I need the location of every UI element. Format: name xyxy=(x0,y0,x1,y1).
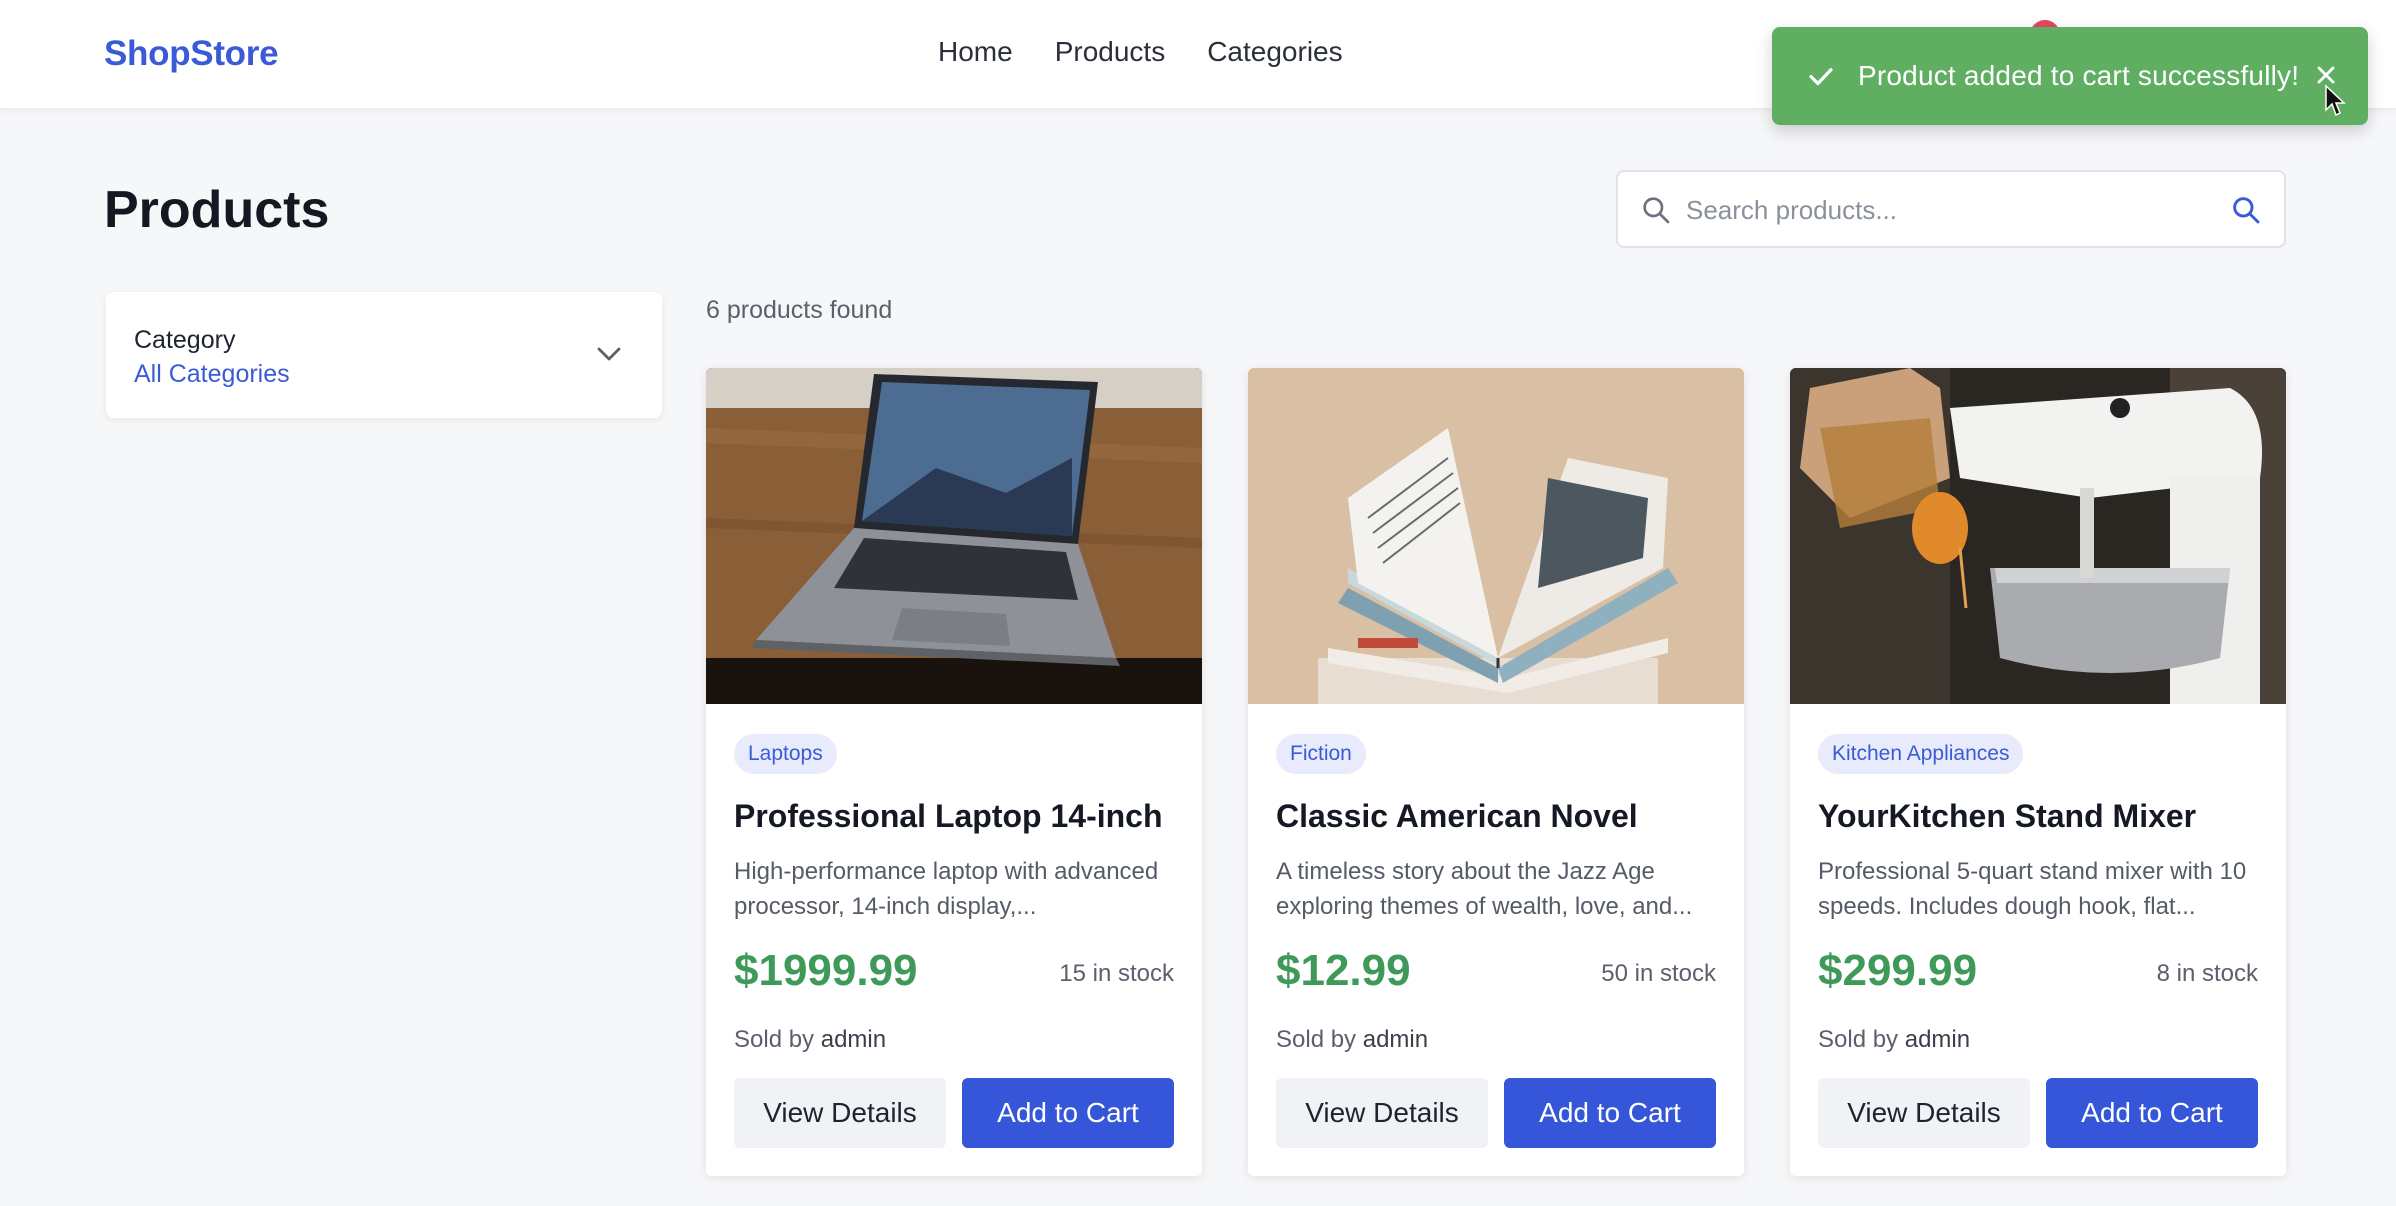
main-nav: Home Products Categories xyxy=(938,36,1343,68)
nav-categories-link[interactable]: Categories xyxy=(1207,36,1342,68)
seller-name: admin xyxy=(1904,1026,1971,1053)
stock-count: 15 in stock xyxy=(1059,960,1174,987)
toast-message: Product added to cart successfully! xyxy=(1858,60,2300,91)
mouse-cursor-icon xyxy=(2325,84,2346,117)
book-photo[interactable] xyxy=(1248,368,1744,704)
product-card: Laptops Professional Laptop 14-inch High… xyxy=(706,368,1202,1176)
nav-products-link[interactable]: Products xyxy=(1055,36,1166,68)
search-icon xyxy=(1643,197,1670,224)
stock-count: 50 in stock xyxy=(1601,960,1716,987)
chevron-down-icon xyxy=(597,347,621,361)
product-name[interactable]: Professional Laptop 14-inch xyxy=(734,798,1163,835)
success-toast: Product added to cart successfully! xyxy=(1772,27,2368,125)
seller-name: admin xyxy=(1362,1026,1429,1053)
search-submit-icon[interactable] xyxy=(2230,194,2262,226)
product-price: $299.99 xyxy=(1818,946,1978,995)
add-to-cart-button[interactable]: Add to Cart xyxy=(962,1078,1174,1148)
add-to-cart-button[interactable]: Add to Cart xyxy=(1504,1078,1716,1148)
view-details-button[interactable]: View Details xyxy=(734,1078,946,1148)
seller-info: Sold by admin xyxy=(1818,1026,1970,1054)
laptop-photo[interactable] xyxy=(706,368,1202,704)
stock-count: 8 in stock xyxy=(2156,960,2258,987)
product-price: $12.99 xyxy=(1276,946,1411,995)
filter-selected-value: All Categories xyxy=(134,360,290,388)
view-details-button[interactable]: View Details xyxy=(1818,1078,2030,1148)
sold-by-label: Sold by xyxy=(734,1026,815,1053)
search-box xyxy=(1616,170,2286,248)
check-icon xyxy=(1809,68,1833,86)
product-description: A timeless story about the Jazz Age expl… xyxy=(1276,858,1693,920)
seller-info: Sold by admin xyxy=(734,1026,886,1054)
category-badge: Fiction xyxy=(1276,734,1366,774)
product-name[interactable]: Classic American Novel xyxy=(1276,798,1638,835)
seller-name: admin xyxy=(820,1026,887,1053)
product-description: High-performance laptop with advanced pr… xyxy=(734,858,1159,920)
search-input[interactable] xyxy=(1686,186,2206,234)
category-badge: Kitchen Appliances xyxy=(1818,734,2024,774)
product-price: $1999.99 xyxy=(734,946,918,995)
logo[interactable]: ShopStore xyxy=(104,34,279,74)
mixer-photo[interactable] xyxy=(1790,368,2286,704)
filter-label: Category xyxy=(134,326,236,354)
nav-home-link[interactable]: Home xyxy=(938,36,1013,68)
product-card: Kitchen Appliances YourKitchen Stand Mix… xyxy=(1790,368,2286,1176)
product-card: Fiction Classic American Novel A timeles… xyxy=(1248,368,1744,1176)
page-title: Products xyxy=(104,181,330,239)
product-name[interactable]: YourKitchen Stand Mixer xyxy=(1818,798,2196,835)
seller-info: Sold by admin xyxy=(1276,1026,1428,1054)
product-description: Professional 5-quart stand mixer with 10… xyxy=(1818,858,2247,920)
add-to-cart-button[interactable]: Add to Cart xyxy=(2046,1078,2258,1148)
view-details-button[interactable]: View Details xyxy=(1276,1078,1488,1148)
sold-by-label: Sold by xyxy=(1276,1026,1357,1053)
sold-by-label: Sold by xyxy=(1818,1026,1899,1053)
category-badge: Laptops xyxy=(734,734,837,774)
category-filter-select[interactable]: Category All Categories xyxy=(106,292,662,418)
results-count: 6 products found xyxy=(706,296,893,324)
